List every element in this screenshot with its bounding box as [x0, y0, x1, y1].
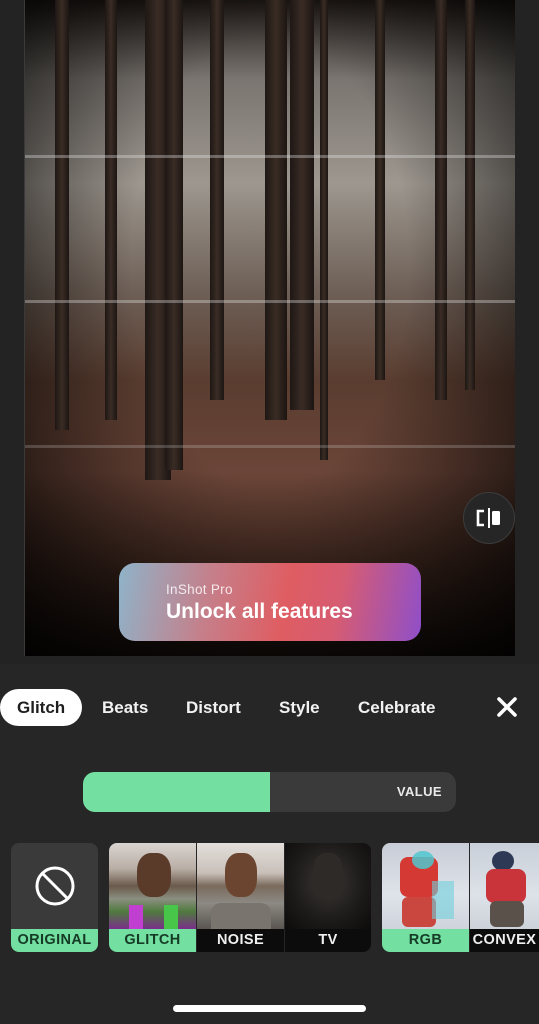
glitch-scanline [25, 300, 515, 303]
value-slider[interactable]: VALUE [83, 772, 456, 812]
tab-distort[interactable]: Distort [186, 689, 241, 726]
effect-original[interactable]: ORIGINAL [11, 843, 98, 952]
tree-trunk [265, 0, 287, 420]
effect-thumb [382, 843, 469, 929]
no-effect-icon [35, 866, 74, 906]
pro-title: Unlock all features [166, 600, 353, 623]
effect-label: ORIGINAL [11, 929, 98, 952]
tree-trunk [210, 0, 224, 400]
photo-preview[interactable] [24, 0, 515, 656]
effect-label: TV [285, 929, 371, 952]
tab-style[interactable]: Style [279, 689, 320, 726]
close-button[interactable] [492, 692, 522, 722]
effect-thumb [285, 843, 371, 929]
tab-beats[interactable]: Beats [102, 689, 148, 726]
effects-strip: ORIGINAL GLITCH NOISE TV RGB CONVEX [0, 843, 539, 952]
tree-trunk [290, 0, 314, 410]
glitch-scanline [25, 155, 515, 158]
effect-category-tabs: Glitch Beats Distort Style Celebrate [0, 689, 539, 727]
tree-trunk [55, 0, 69, 430]
effect-noise[interactable]: NOISE [197, 843, 284, 952]
effect-convex[interactable]: CONVEX [470, 843, 539, 952]
tree-trunk [165, 0, 183, 470]
tree-trunk [320, 0, 328, 460]
home-indicator [173, 1005, 366, 1012]
effect-glitch[interactable]: GLITCH [109, 843, 196, 952]
effect-label: GLITCH [109, 929, 196, 952]
tree-trunk [435, 0, 447, 400]
slider-label: VALUE [396, 784, 442, 799]
tree-trunk [375, 0, 385, 380]
split-compare-icon [476, 508, 500, 528]
effect-rgb[interactable]: RGB [382, 843, 469, 952]
effect-thumb [109, 843, 196, 929]
preview-area: InShot Pro Unlock all features [0, 0, 539, 664]
slider-fill [83, 772, 270, 812]
effect-tv[interactable]: TV [285, 843, 371, 952]
close-icon [497, 697, 517, 717]
effect-label: NOISE [197, 929, 284, 952]
tree-trunk [465, 0, 475, 390]
effect-thumb [11, 843, 98, 929]
tab-glitch[interactable]: Glitch [0, 689, 83, 726]
effect-thumb [470, 843, 539, 929]
effect-label: CONVEX [470, 929, 539, 952]
unlock-pro-banner[interactable]: InShot Pro Unlock all features [119, 563, 421, 641]
effect-thumb [197, 843, 284, 929]
compare-button[interactable] [463, 492, 515, 544]
glitch-scanline [25, 445, 515, 448]
pro-subtitle: InShot Pro [166, 582, 233, 597]
tab-celebrate[interactable]: Celebrate [358, 689, 435, 726]
effect-label: RGB [382, 929, 469, 952]
tree-trunk [105, 0, 117, 420]
